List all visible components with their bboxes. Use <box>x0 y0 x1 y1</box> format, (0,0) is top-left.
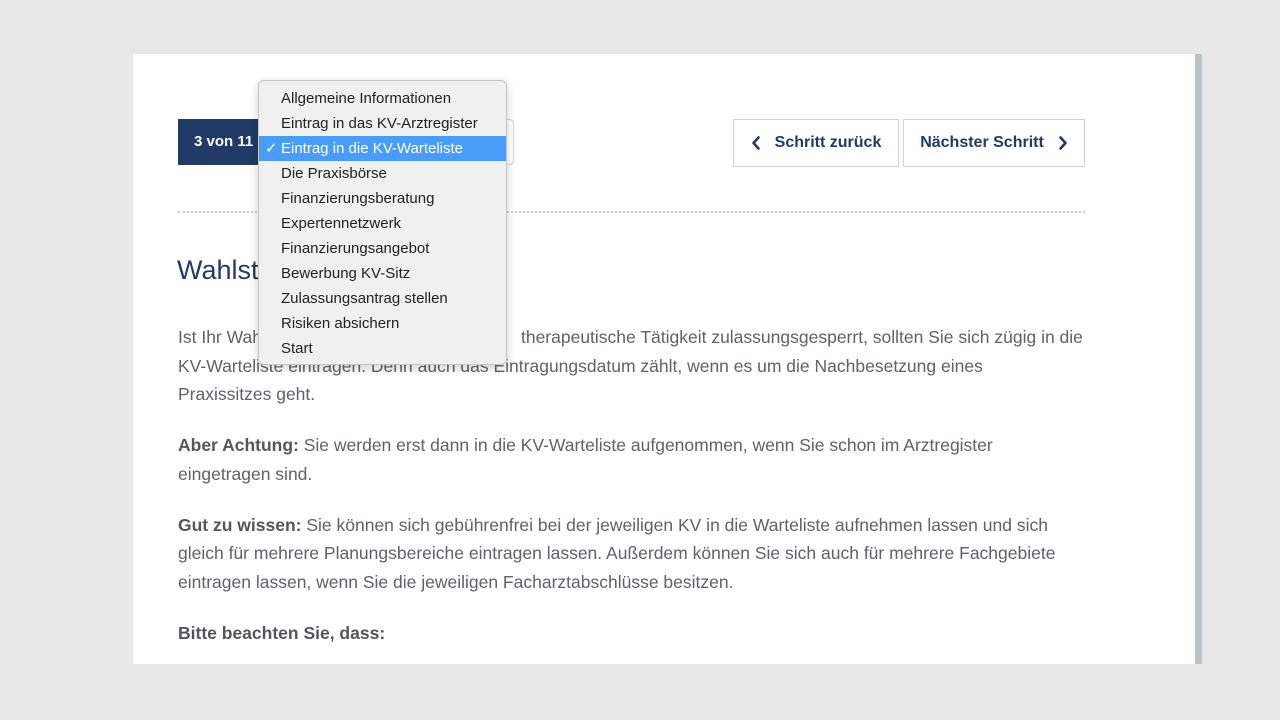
attention-text: Sie werden erst dann in die KV-Wartelist… <box>178 435 993 484</box>
option-label: Eintrag in das KV-Arztregister <box>281 115 478 132</box>
good-to-know-label: Gut zu wissen: <box>178 514 302 535</box>
dropdown-option-risiken-absichern[interactable]: Risiken absichern <box>259 311 506 336</box>
scrollbar[interactable] <box>1195 54 1202 664</box>
option-label: Eintrag in die KV-Warteliste <box>281 140 464 157</box>
option-label: Zulassungsantrag stellen <box>281 290 448 307</box>
paragraph-attention: Aber Achtung: Sie werden erst dann in di… <box>178 431 1088 488</box>
dropdown-option-allgemeine-informationen[interactable]: Allgemeine Informationen <box>259 86 506 111</box>
please-note-label: Bitte beachten Sie, dass: <box>178 622 386 643</box>
next-step-label: Nächster Schritt <box>920 134 1044 151</box>
paragraph-good-to-know: Gut zu wissen: Sie können sich gebührenf… <box>178 511 1088 597</box>
step-dropdown-menu[interactable]: Allgemeine Informationen Eintrag in das … <box>258 80 507 365</box>
paragraph-please-note: Bitte beachten Sie, dass: <box>178 619 1088 648</box>
dropdown-option-start[interactable]: Start <box>259 336 506 361</box>
previous-step-label: Schritt zurück <box>774 134 882 151</box>
page-title: Wahlst <box>177 255 259 285</box>
chevron-left-icon <box>751 136 760 150</box>
option-label: Allgemeine Informationen <box>281 90 452 107</box>
article-body: Ist Ihr Wah therapeutische Tätigkeit zula… <box>178 323 1088 664</box>
chevron-right-icon <box>1058 136 1067 150</box>
dropdown-option-finanzierungsangebot[interactable]: Finanzierungsangebot <box>259 236 506 261</box>
option-label: Start <box>281 340 313 357</box>
dropdown-option-zulassungsantrag[interactable]: Zulassungsantrag stellen <box>259 286 506 311</box>
option-label: Finanzierungsberatung <box>281 190 435 207</box>
step-counter: 3 von 11 <box>178 119 258 165</box>
option-label: Die Praxisbörse <box>281 165 387 182</box>
next-step-button[interactable]: Nächster Schritt <box>903 119 1085 167</box>
option-label: Bewerbung KV-Sitz <box>281 265 411 282</box>
dropdown-option-kv-warteliste[interactable]: ✓ Eintrag in die KV-Warteliste <box>259 136 506 161</box>
dropdown-option-praxisboerse[interactable]: Die Praxisbörse <box>259 161 506 186</box>
intro-line-1-start: Ist Ihr Wah <box>178 327 262 347</box>
intro-line-3: Praxissitzes geht. <box>178 384 316 404</box>
intro-line-1-end: therapeutische Tätigkeit zulassungsgespe… <box>520 327 1083 347</box>
option-label: Expertennetzwerk <box>281 215 402 232</box>
option-label: Finanzierungsangebot <box>281 240 430 257</box>
dropdown-option-kv-arztregister[interactable]: Eintrag in das KV-Arztregister <box>259 111 506 136</box>
previous-step-button[interactable]: Schritt zurück <box>733 119 899 167</box>
attention-label: Aber Achtung: <box>178 435 299 455</box>
dropdown-option-bewerbung-kv-sitz[interactable]: Bewerbung KV-Sitz <box>259 261 506 286</box>
checkmark-icon: ✓ <box>265 140 278 157</box>
dropdown-option-expertennetzwerk[interactable]: Expertennetzwerk <box>259 211 506 236</box>
dropdown-option-finanzierungsberatung[interactable]: Finanzierungsberatung <box>259 186 506 211</box>
good-to-know-text: Sie können sich gebührenfrei bei der jew… <box>178 514 1056 592</box>
option-label: Risiken absichern <box>281 315 400 332</box>
